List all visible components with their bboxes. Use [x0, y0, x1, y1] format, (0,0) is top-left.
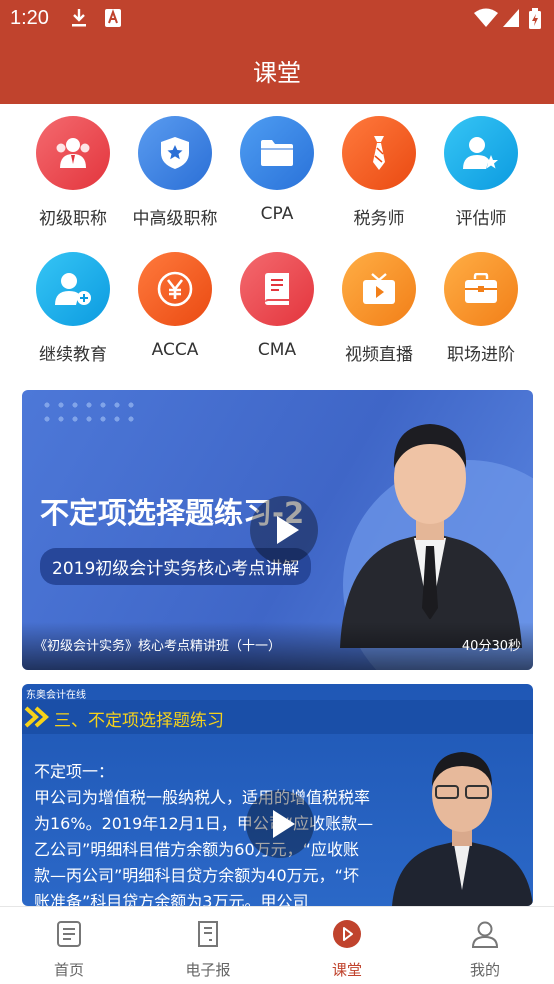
user-star-icon [444, 116, 518, 190]
tv-play-icon [342, 252, 416, 326]
book-icon [240, 252, 314, 326]
tie-icon [342, 116, 416, 190]
wifi-icon [474, 8, 498, 32]
nav-newspaper[interactable]: 电子报 [148, 919, 268, 980]
category-label: 评估师 [455, 209, 507, 229]
category-shuiwushi[interactable]: 税务师 [328, 116, 430, 229]
nav-classroom[interactable]: 课堂 [287, 919, 407, 980]
category-pinggushi[interactable]: 评估师 [430, 116, 532, 229]
yen-icon [138, 252, 212, 326]
app-notification-icon [104, 8, 122, 32]
slide-line: 甲公司为增值税一般纳税人，适用的增值税税率 [34, 788, 371, 807]
category-label: 继续教育 [39, 345, 107, 365]
play-button[interactable] [246, 790, 314, 858]
slide-line: 不定项一： [34, 762, 115, 781]
video-caption: 《初级会计实务》核心考点精讲班（十一） [34, 639, 282, 654]
status-bar: 1:20 [0, 0, 554, 38]
nav-home[interactable]: 首页 [9, 919, 129, 980]
slide-heading: 三、不定项选择题练习 [54, 711, 224, 731]
status-time: 1:20 [10, 7, 49, 29]
video-card-2[interactable]: 东奥会计在线 三、不定项选择题练习 不定项一： 甲公司为增值税一般纳税人，适用的… [22, 684, 533, 906]
people-icon [36, 116, 110, 190]
shield-star-icon [138, 116, 212, 190]
bottom-nav: 首页 电子报 课堂 我的 [0, 906, 554, 984]
video-brand: 东奥会计在线 [26, 690, 86, 701]
briefcase-icon [444, 252, 518, 326]
presenter-image [330, 408, 530, 648]
folder-icon [240, 116, 314, 190]
nav-label: 课堂 [331, 961, 362, 979]
slide-line: 账准备”科目贷方余额为3万元。甲公司 [34, 892, 309, 906]
download-icon [70, 8, 88, 32]
play-button[interactable] [250, 496, 318, 564]
newspaper-icon [148, 919, 268, 953]
battery-icon [528, 8, 542, 34]
dot-pattern [40, 398, 136, 426]
slide-line: 为16%。2019年12月1日，甲公司“应收账款— [34, 814, 374, 833]
nav-label: 电子报 [185, 961, 231, 979]
category-label: 视频直播 [345, 345, 413, 365]
category-cma[interactable]: CMA [226, 252, 328, 360]
category-cpa[interactable]: CPA [226, 116, 328, 224]
video-card-1[interactable]: 不定项选择题练习-2 2019初级会计实务核心考点讲解 《初级会计实务》核心考点… [22, 390, 533, 670]
slide-line: 款—丙公司”明细科目贷方余额为40万元，“坏 [34, 866, 359, 885]
chevron-right-icon [24, 704, 50, 734]
user-plus-icon [36, 252, 110, 326]
category-label: CPA [260, 204, 294, 224]
nav-label: 首页 [53, 961, 84, 979]
video-duration: 40分30秒 [461, 639, 521, 654]
category-acca[interactable]: ACCA [124, 252, 226, 360]
play-circle-icon [287, 919, 407, 953]
lecturer-image [392, 740, 533, 906]
category-shipinzhibo[interactable]: 视频直播 [328, 252, 430, 365]
category-zhonggaoji[interactable]: 中高级职称 [124, 116, 226, 229]
category-label: 初级职称 [39, 209, 107, 229]
user-icon [425, 919, 545, 953]
nav-label: 我的 [469, 961, 500, 979]
category-label: CMA [257, 340, 297, 360]
category-label: 职场进阶 [447, 345, 515, 365]
nav-mine[interactable]: 我的 [425, 919, 545, 980]
page-header: 课堂 [0, 38, 554, 104]
page-title: 课堂 [253, 59, 301, 87]
home-doc-icon [9, 919, 129, 953]
category-zhichangjinjie[interactable]: 职场进阶 [430, 252, 532, 365]
category-chuji[interactable]: 初级职称 [22, 116, 124, 229]
category-label: 税务师 [353, 209, 405, 229]
category-jixujiaoyu[interactable]: 继续教育 [22, 252, 124, 365]
signal-icon [502, 8, 520, 32]
category-label: ACCA [151, 340, 199, 360]
category-label: 中高级职称 [132, 209, 218, 229]
